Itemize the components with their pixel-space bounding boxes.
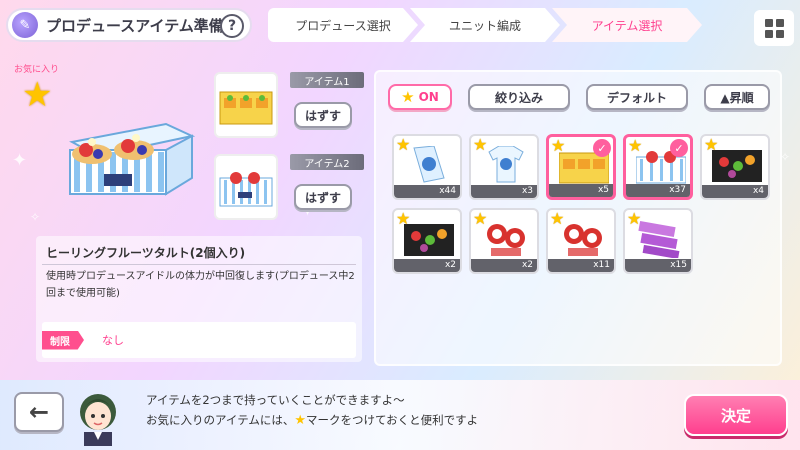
bento-box-icon [404,224,454,256]
item-cell[interactable]: ★ x15 [623,208,693,274]
item-count: x2 [394,259,460,272]
check-icon: ✓ [593,139,611,157]
filter-bar: ★ ON 絞り込み デフォルト ▲昇順 [388,84,770,110]
grid-icon [764,18,773,27]
item-count: x5 [549,184,613,197]
fruit-tart-box-icon [219,172,273,207]
item-count: x37 [626,184,690,197]
slot-2-tag: アイテム2 [290,154,364,170]
star-icon[interactable]: ★ [473,210,487,228]
slot-1-tag: アイテム1 [290,72,364,88]
charm-red-icon [487,224,525,256]
star-icon[interactable]: ★ [704,136,718,154]
ascending-order-button[interactable]: ▲昇順 [704,84,770,110]
item-cell[interactable]: ★ x3 [469,134,539,200]
item-grid: ★ x44 ★ x3 ★ ✓ x5 ★ ✓ x37 ★ x4 ★ x2 ★ x2 ★ x11 ★ x15 [392,134,770,274]
assistant-avatar [80,394,116,446]
star-icon[interactable]: ★ [550,210,564,228]
bento-box-icon [712,150,762,182]
item-count: x2 [471,259,537,272]
item-name: ヒーリングフルーツタルト(2個入り) [46,246,246,260]
message-line-2: お気に入りのアイテムには、★マークをつけておくと便利ですよ [146,413,479,428]
item-list-panel: ★ ON 絞り込み デフォルト ▲昇順 ★ x44 ★ x3 ★ ✓ x5 ★ ✓ x37 ★ x4 ★… [374,70,782,366]
item-cell[interactable]: ★ x44 [392,134,462,200]
star-icon[interactable]: ★ [396,136,410,154]
lemon-tart-box-icon [219,91,273,125]
item-count: x11 [548,259,614,272]
slot-2-remove-button[interactable]: はずす [294,184,352,210]
star-icon[interactable]: ★ [551,137,565,155]
help-button[interactable]: ? [220,14,244,38]
star-icon[interactable]: ★ [396,210,410,228]
star-icon[interactable]: ★ [627,210,641,228]
item-cell[interactable]: ★ ✓ x37 [623,134,693,200]
limit-label: 制限 [42,330,84,350]
slot-2-thumbnail [214,154,278,220]
divider [42,264,356,265]
step-breadcrumb: プロデュース選択 ユニット編成 アイテム選択 [268,8,702,42]
back-button[interactable]: ← [14,392,64,432]
slot-1-remove-button[interactable]: はずす [294,102,352,128]
item-slot-2[interactable]: アイテム2 はずす [214,154,364,220]
default-sort-button[interactable]: デフォルト [586,84,688,110]
item-cell[interactable]: ★ x2 [392,208,462,274]
step-unit-formation: ユニット編成 [410,8,560,42]
star-icon: ★ [294,413,307,428]
favorite-label: お気に入り [14,65,60,75]
item-detail-panel: ヒーリングフルーツタルト(2個入り) 使用時プロデュースアイドルの体力が中回復し… [36,236,362,362]
decide-button[interactable]: 決定 [684,394,788,436]
favorite-star-icon[interactable]: ★ [22,75,52,115]
slot-1-thumbnail [214,72,278,138]
item-slot-1[interactable]: アイテム1 はずす [214,72,364,138]
item-cell[interactable]: ★ x2 [469,208,539,274]
item-description: 使用時プロデュースアイドルの体力が中回復します(プロデュース中2回まで使用可能) [46,271,355,299]
star-icon: ★ [401,88,415,106]
screen-title-bar: ✎ プロデュースアイテム準備 ? [6,8,252,42]
fruit-tart-box-image [69,122,196,196]
item-cell[interactable]: ★ ✓ x5 [546,134,616,200]
star-icon[interactable]: ★ [628,137,642,155]
check-icon: ✓ [670,139,688,157]
bottom-bar: ← アイテムを2つまで持っていくことができますよ～ お気に入りのアイテムには、★… [0,380,800,450]
star-icon[interactable]: ★ [473,136,487,154]
limit-row: 制限 なし [42,322,356,358]
charm-red-icon [564,224,602,256]
limit-value: なし [102,334,124,347]
step-produce-select: プロデュース選択 [268,8,418,42]
favorite-filter-toggle[interactable]: ★ ON [388,84,452,110]
tickets-icon [638,220,680,258]
item-count: x44 [394,185,460,198]
item-count: x3 [471,185,537,198]
item-cell[interactable]: ★ x11 [546,208,616,274]
assistant-message: アイテムを2つまで持っていくことができますよ～ お気に入りのアイテムには、★マー… [136,390,546,438]
item-count: x15 [625,259,691,272]
tshirt-icon [488,146,524,183]
page-title: プロデュースアイテム準備 [46,16,224,35]
narrow-down-button[interactable]: 絞り込み [468,84,570,110]
menu-grid-button[interactable] [754,10,794,46]
drink-carton-icon [413,146,445,183]
step-item-select: アイテム選択 [552,8,702,42]
item-count: x4 [702,185,768,198]
message-line-1: アイテムを2つまで持っていくことができますよ～ [146,393,405,407]
item-cell[interactable]: ★ x4 [700,134,770,200]
produce-item-icon: ✎ [12,12,38,38]
